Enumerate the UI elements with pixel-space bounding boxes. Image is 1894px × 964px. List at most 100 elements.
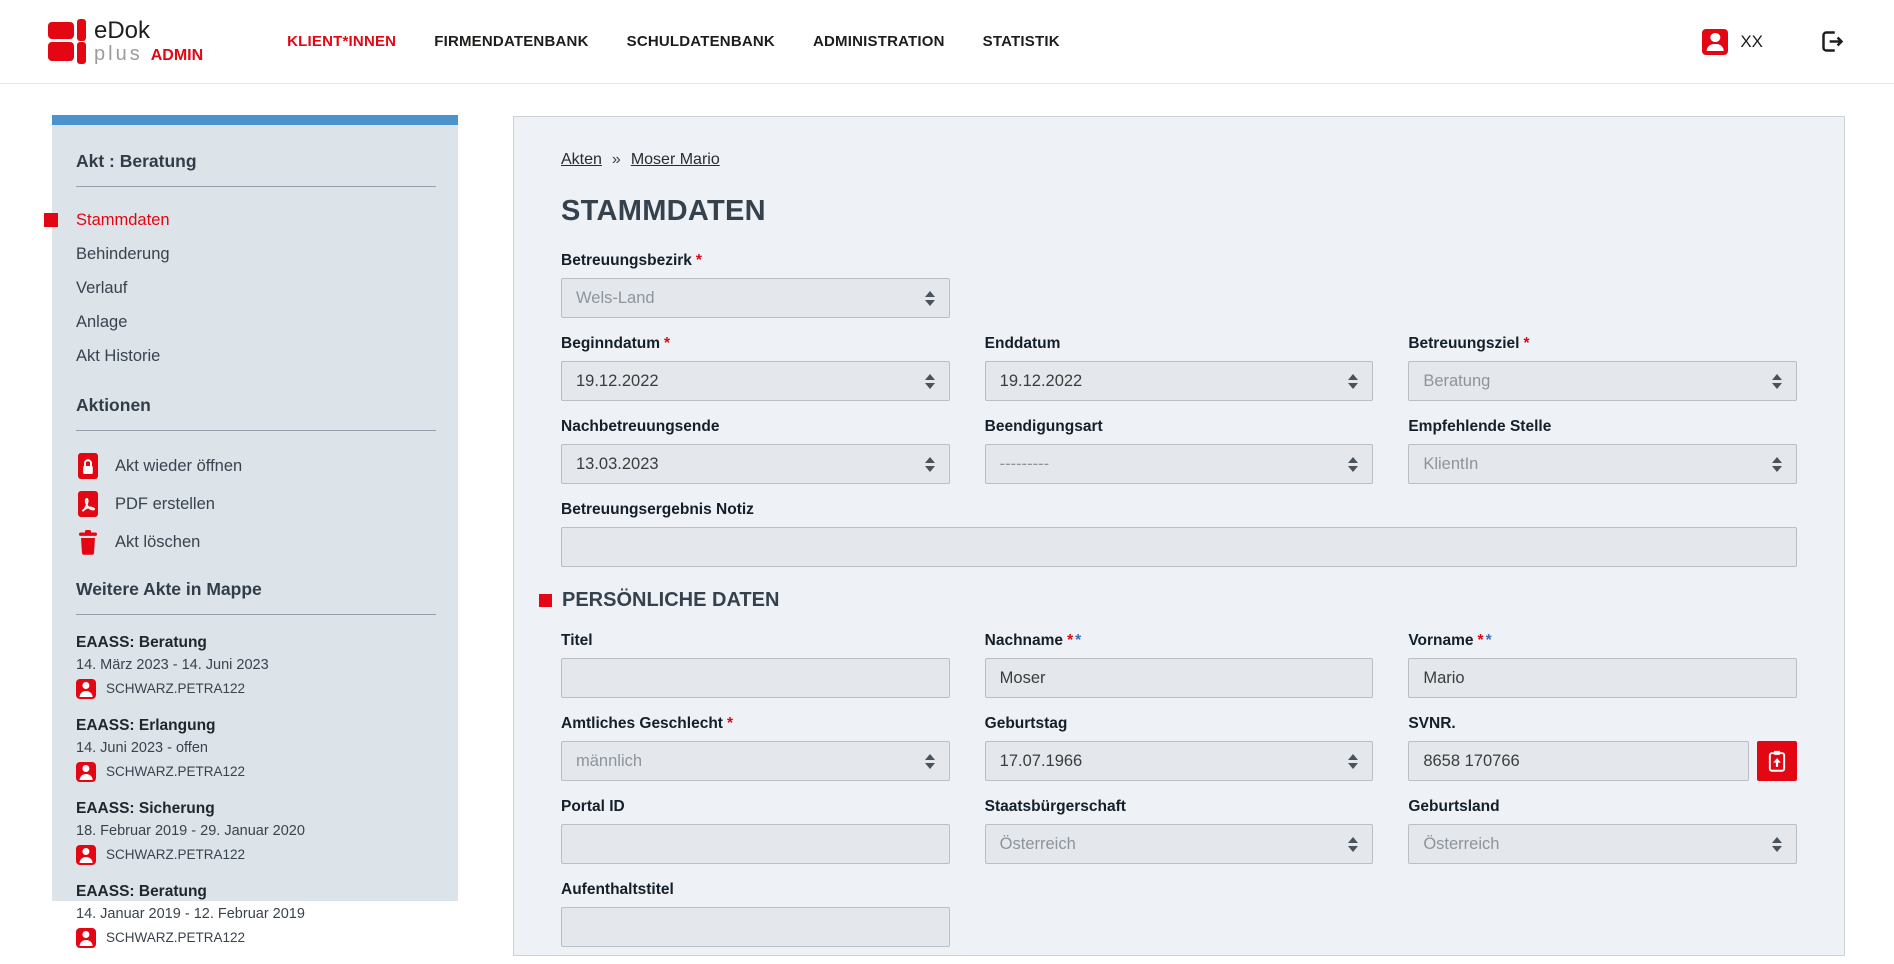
breadcrumb: Akten»Moser Mario [561,151,1797,169]
action-label: Akt wieder öffnen [115,457,242,476]
logout-icon[interactable] [1819,28,1846,55]
empfehlende-stelle-select[interactable]: KlientIn [1408,444,1797,484]
aufenthaltstitel-label: Aufenthaltstitel [561,881,950,899]
geburtsland-label: Geburtsland [1408,798,1797,816]
logo-bricks-icon [48,22,86,61]
vorname-label: Vorname** [1408,632,1797,650]
sidebar-item-label: Behinderung [76,245,170,263]
aufenthaltstitel-input[interactable] [561,907,950,947]
mappe-item[interactable]: EAASS: Erlangung 14. Juni 2023 - offen S… [76,714,436,784]
staatsbuergerschaft-select[interactable]: Österreich [985,824,1374,864]
action-reopen-akt[interactable]: Akt wieder öffnen [76,447,436,485]
mappe-item[interactable]: EAASS: Beratung 14. März 2023 - 14. Juni… [76,631,436,701]
svnr-label: SVNR. [1408,715,1797,733]
logo-admin-badge: ADMIN [151,48,203,65]
titel-input[interactable] [561,658,950,698]
action-label: Akt löschen [115,533,200,552]
nav-schuldatenbank[interactable]: SCHULDATENBANK [627,33,775,50]
secondary-asterisk: * [1075,632,1081,649]
mappe-item-dates: 14. Januar 2019 - 12. Februar 2019 [76,903,436,926]
beendigungsart-label: Beendigungsart [985,418,1374,436]
logo-text: eDok plus ADMIN [94,18,203,64]
nachbetreuungsende-label: Nachbetreuungsende [561,418,950,436]
sidebar-item-akt-historie[interactable]: Akt Historie [76,339,436,373]
notiz-input[interactable] [561,527,1797,567]
mappe-item-user: SCHWARZ.PETRA122 [106,843,245,867]
section-marker-icon [539,594,552,607]
top-header: eDok plus ADMIN KLIENT*INNEN FIRMENDATEN… [0,0,1894,84]
mappe-item[interactable]: EAASS: Beratung 14. Januar 2019 - 12. Fe… [76,880,436,950]
logo-brick [77,42,86,64]
betreuungsziel-label: Betreuungsziel* [1408,335,1797,353]
beginndatum-label: Beginndatum* [561,335,950,353]
divider [76,614,436,615]
sidebar-item-label: Verlauf [76,279,127,297]
nachbetreuungsende-select[interactable]: 13.03.2023 [561,444,950,484]
mappe-item-dates: 18. Februar 2019 - 29. Januar 2020 [76,820,436,843]
nav-klientinnen[interactable]: KLIENT*INNEN [287,33,396,50]
geburtstag-select[interactable]: 17.07.1966 [985,741,1374,781]
select-value: Österreich [1423,835,1499,854]
logo-plus: plus [94,44,143,65]
select-arrows-icon [1348,837,1358,852]
required-asterisk: * [696,252,702,269]
enddatum-select[interactable]: 19.12.2022 [985,361,1374,401]
betreuungsziel-select[interactable]: Beratung [1408,361,1797,401]
mappe-item[interactable]: EAASS: Sicherung 18. Februar 2019 - 29. … [76,797,436,867]
sidebar-item-anlage[interactable]: Anlage [76,305,436,339]
app-logo[interactable]: eDok plus ADMIN [48,18,203,64]
user-initials: XX [1740,32,1763,52]
actions-title: Aktionen [76,395,436,416]
geschlecht-select[interactable]: männlich [561,741,950,781]
beginndatum-select[interactable]: 19.12.2022 [561,361,950,401]
nav-administration[interactable]: ADMINISTRATION [813,33,945,50]
vorname-input[interactable] [1408,658,1797,698]
nachname-input[interactable] [985,658,1374,698]
select-arrows-icon [1772,457,1782,472]
user-badge-icon [76,928,96,948]
action-delete-akt[interactable]: Akt löschen [76,523,436,561]
select-value: --------- [1000,455,1049,474]
svnr-paste-button[interactable] [1757,741,1797,781]
logo-brick [48,22,74,39]
portal-id-label: Portal ID [561,798,950,816]
user-badge-icon [76,762,96,782]
sidebar-item-behinderung[interactable]: Behinderung [76,237,436,271]
section-title: PERSÖNLICHE DATEN [562,589,779,612]
sidebar-item-verlauf[interactable]: Verlauf [76,271,436,305]
mappe-item-title: EAASS: Sicherung [76,797,436,820]
select-arrows-icon [1772,837,1782,852]
portal-id-input[interactable] [561,824,950,864]
sidebar-item-stammdaten[interactable]: Stammdaten [76,203,436,237]
main-panel: Akten»Moser Mario STAMMDATEN Betreuungsb… [513,116,1845,956]
required-asterisk: * [727,715,733,732]
nav-firmendatenbank[interactable]: FIRMENDATENBANK [434,33,588,50]
logo-name: eDok [94,18,203,43]
betreuungsbezirk-select[interactable]: Wels-Land [561,278,950,318]
staatsbuergerschaft-label: Staatsbürgerschaft [985,798,1374,816]
pdf-icon [76,490,100,518]
mappe-item-user: SCHWARZ.PETRA122 [106,677,245,701]
enddatum-label: Enddatum [985,335,1374,353]
geschlecht-label: Amtliches Geschlecht* [561,715,950,733]
page-title: STAMMDATEN [561,195,1797,228]
svnr-input[interactable] [1408,741,1749,781]
nav-statistik[interactable]: STATISTIK [983,33,1060,50]
beendigungsart-select[interactable]: --------- [985,444,1374,484]
select-value: Österreich [1000,835,1076,854]
trash-icon [76,528,100,556]
empfehlende-stelle-label: Empfehlende Stelle [1408,418,1797,436]
clipboard-up-icon [1764,748,1790,774]
select-value: 19.12.2022 [1000,372,1083,391]
user-avatar-icon[interactable] [1702,29,1728,55]
mappe-item-title: EAASS: Beratung [76,631,436,654]
action-create-pdf[interactable]: PDF erstellen [76,485,436,523]
geburtsland-select[interactable]: Österreich [1408,824,1797,864]
breadcrumb-akten-link[interactable]: Akten [561,151,602,168]
select-value: Wels-Land [576,289,655,308]
breadcrumb-client-link[interactable]: Moser Mario [631,151,720,168]
select-arrows-icon [925,754,935,769]
mappe-item-dates: 14. Juni 2023 - offen [76,737,436,760]
select-value: 17.07.1966 [1000,752,1083,771]
notiz-label: Betreuungsergebnis Notiz [561,501,1797,519]
